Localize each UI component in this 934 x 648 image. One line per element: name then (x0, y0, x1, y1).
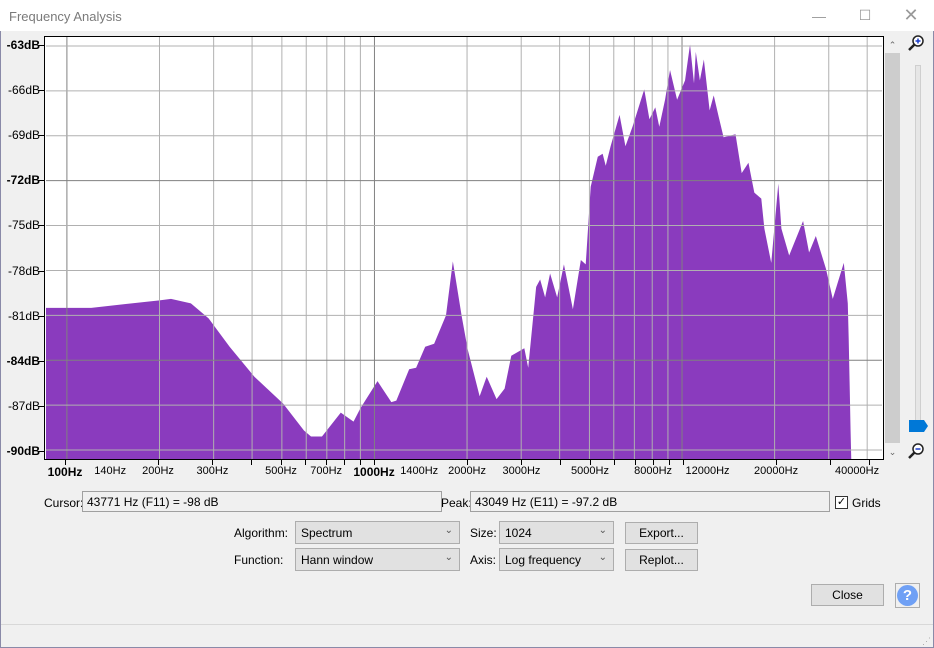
y-tick-label: -66dB (7, 83, 40, 98)
x-tick-label: 1400Hz (400, 465, 439, 477)
x-tick (251, 460, 253, 465)
spectrum-plot[interactable] (44, 36, 884, 460)
vertical-scrollbar[interactable]: ⌃ ⌄ (885, 36, 900, 460)
peak-label: Peak: (441, 496, 472, 510)
algorithm-label: Algorithm: (234, 526, 289, 540)
zoom-in-icon[interactable] (906, 34, 926, 54)
scroll-up-icon[interactable]: ⌃ (885, 38, 900, 53)
x-tick-label: 5000Hz (571, 465, 609, 477)
x-tick (467, 460, 469, 465)
x-tick (65, 460, 67, 465)
axis-label: Axis: (470, 553, 497, 567)
x-tick (560, 460, 562, 465)
zoom-slider-track[interactable] (915, 65, 921, 422)
cursor-label: Cursor: (44, 496, 84, 510)
x-tick-label: 300Hz (196, 465, 229, 477)
size-value: 1024 (505, 526, 532, 540)
x-tick (344, 460, 346, 465)
x-tick (590, 460, 592, 465)
function-label: Function: (234, 553, 284, 567)
x-tick (614, 460, 616, 465)
axis-value: Log frequency (505, 553, 582, 567)
x-tick (305, 460, 307, 465)
peak-readout: 43049 Hz (E11) = -97.2 dB (470, 491, 830, 512)
x-tick-label: 700Hz (310, 465, 343, 477)
cursor-readout: 43771 Hz (F11) = -98 dB (82, 491, 442, 512)
x-tick (683, 460, 685, 465)
x-tick-label: 100Hz (47, 465, 83, 479)
algorithm-select[interactable]: Spectrum ⌄ (295, 521, 460, 544)
x-tick (359, 460, 361, 465)
size-label: Size: (470, 526, 497, 540)
minimize-icon[interactable]: — (796, 0, 842, 31)
x-tick (830, 460, 832, 465)
y-tick-label: -87dB (7, 398, 40, 413)
x-tick (374, 460, 376, 465)
resize-grip-icon[interactable]: ⋰ (922, 636, 931, 647)
x-tick-label: 1000Hz (353, 465, 395, 479)
x-tick-label: 8000Hz (634, 465, 673, 477)
function-select[interactable]: Hann window ⌄ (295, 548, 460, 571)
grids-checkbox[interactable]: ✓ (835, 496, 848, 509)
close-button[interactable]: Close (811, 584, 884, 606)
axis-select[interactable]: Log frequency ⌄ (499, 548, 614, 571)
x-tick-label: 500Hz (265, 465, 297, 477)
help-icon: ? (897, 585, 918, 606)
x-tick (869, 460, 871, 465)
title-bar: Frequency Analysis — ☐ ✕ (0, 0, 934, 31)
maximize-icon[interactable]: ☐ (842, 0, 888, 31)
x-tick (281, 460, 282, 465)
y-tick-label: -75dB (7, 218, 40, 233)
x-tick-label: 20000Hz (754, 465, 799, 477)
chevron-down-icon: ⌄ (444, 525, 453, 536)
x-tick (635, 460, 637, 465)
x-tick-label: 200Hz (142, 465, 174, 477)
x-tick-label: 3000Hz (502, 465, 541, 477)
chevron-down-icon: ⌄ (444, 552, 453, 563)
y-tick-label: -78dB (7, 263, 40, 278)
x-tick (776, 460, 778, 465)
scroll-down-icon[interactable]: ⌄ (885, 445, 900, 460)
help-button[interactable]: ? (895, 583, 920, 608)
divider (1, 624, 933, 625)
chevron-down-icon: ⌄ (598, 525, 607, 536)
size-select[interactable]: 1024 ⌄ (499, 521, 614, 544)
scrollbar-thumb[interactable] (885, 53, 900, 443)
x-tick (668, 460, 670, 465)
x-tick (212, 460, 214, 465)
function-value: Hann window (301, 553, 374, 567)
zoom-slider-thumb[interactable] (909, 420, 929, 432)
y-tick-label: -81dB (7, 308, 40, 323)
zoom-out-icon[interactable] (906, 442, 926, 462)
chevron-down-icon: ⌄ (598, 552, 607, 563)
window-title: Frequency Analysis (9, 9, 122, 24)
spectrum-area (45, 44, 852, 459)
x-tick-label: 2000Hz (448, 465, 487, 477)
algorithm-value: Spectrum (301, 526, 353, 540)
y-tick-label: -72dB (6, 173, 40, 188)
close-icon[interactable]: ✕ (888, 0, 934, 31)
x-tick (653, 460, 655, 465)
replot-button[interactable]: Replot... (625, 549, 698, 571)
x-tick (521, 460, 523, 465)
y-tick-label: -90dB (6, 443, 40, 458)
export-button[interactable]: Export... (625, 522, 698, 544)
y-tick-label: -84dB (6, 353, 40, 368)
x-tick (158, 460, 160, 465)
y-tick-label: -63dB (6, 38, 40, 53)
y-tick-label: -69dB (7, 128, 40, 143)
x-tick-label: 12000Hz (685, 465, 730, 477)
x-tick (326, 460, 328, 465)
x-tick-label: 40000Hz (835, 465, 880, 477)
grids-label: Grids (852, 496, 881, 510)
x-tick-label: 140Hz (94, 465, 127, 477)
